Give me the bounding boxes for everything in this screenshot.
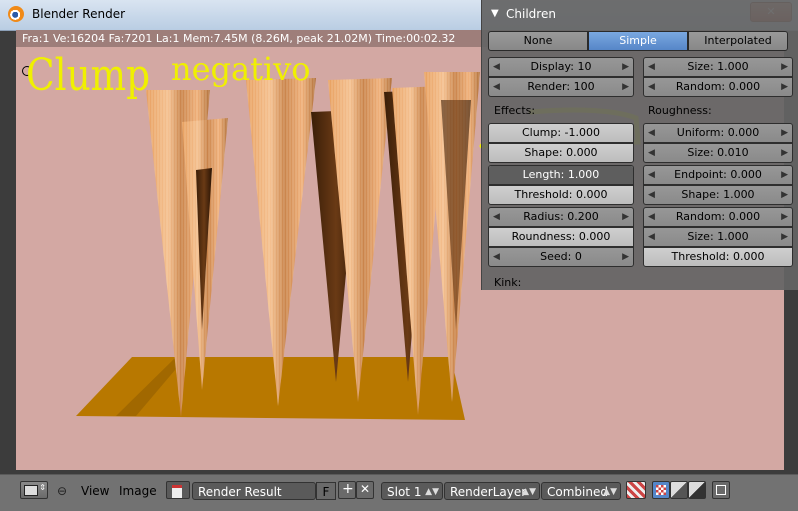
- roughness-random-field[interactable]: ◀ Random: 0.000 ▶: [643, 207, 793, 227]
- increment-arrow-icon[interactable]: ▶: [622, 248, 629, 266]
- updown-arrow-icon: ▲▼: [603, 487, 617, 497]
- children-panel-header[interactable]: ▼ Children: [482, 0, 798, 28]
- plus-icon: +: [342, 481, 354, 497]
- unlink-image-button[interactable]: ✕: [356, 481, 374, 499]
- decrement-arrow-icon[interactable]: ◀: [648, 124, 655, 142]
- decrement-arrow-icon[interactable]: ◀: [648, 78, 655, 96]
- decrement-arrow-icon[interactable]: ◀: [648, 208, 655, 226]
- image-editor-header: ⇕ ⊖ View Image Render Result F + ✕ Slot …: [0, 474, 798, 511]
- close-icon: ✕: [360, 482, 371, 496]
- mode-interpolated-button[interactable]: Interpolated: [688, 31, 788, 51]
- increment-arrow-icon[interactable]: ▶: [781, 228, 788, 246]
- render-count-field[interactable]: ◀ Render: 100 ▶: [488, 77, 634, 97]
- mode-simple-button[interactable]: Simple: [588, 31, 688, 51]
- updown-arrow-icon: ▲▼: [425, 487, 439, 497]
- roundness-slider[interactable]: Roundness: 0.000: [488, 227, 634, 247]
- decrement-arrow-icon[interactable]: ◀: [648, 228, 655, 246]
- increment-arrow-icon[interactable]: ▶: [781, 144, 788, 162]
- increment-arrow-icon[interactable]: ▶: [622, 78, 629, 96]
- draw-image-alpha-icon[interactable]: [626, 481, 646, 499]
- editor-type-menu[interactable]: ⇕: [20, 481, 48, 499]
- increment-arrow-icon[interactable]: ▶: [781, 78, 788, 96]
- decrement-arrow-icon[interactable]: ◀: [493, 248, 500, 266]
- children-panel: ▼ Children None Simple Interpolated ◀ Di…: [481, 0, 798, 290]
- image-editor-icon: [24, 485, 38, 496]
- threshold-slider[interactable]: Threshold: 0.000: [488, 185, 634, 205]
- draw-image-checker-icon[interactable]: [652, 481, 670, 499]
- roughness-endpoint-shape-field[interactable]: ◀ Shape: 1.000 ▶: [643, 185, 793, 205]
- image-icon: [172, 485, 182, 498]
- effects-label: Effects:: [494, 104, 536, 117]
- panel-title: Children: [506, 7, 556, 21]
- collapse-menus-icon[interactable]: ⊖: [57, 482, 67, 500]
- decrement-arrow-icon[interactable]: ◀: [648, 58, 655, 76]
- blender-logo-icon: [8, 6, 24, 22]
- toggle-view-icon[interactable]: [712, 481, 730, 499]
- render-layer-dropdown[interactable]: RenderLayer ▲▼: [444, 482, 540, 500]
- collapse-triangle-icon[interactable]: ▼: [491, 0, 499, 28]
- roughness-uniform-field[interactable]: ◀ Uniform: 0.000 ▶: [643, 123, 793, 143]
- window-title: Blender Render: [32, 7, 126, 21]
- increment-arrow-icon[interactable]: ▶: [622, 208, 629, 226]
- decrement-arrow-icon[interactable]: ◀: [493, 208, 500, 226]
- kink-label: Kink:: [494, 276, 522, 289]
- increment-arrow-icon[interactable]: ▶: [781, 166, 788, 184]
- decrement-arrow-icon[interactable]: ◀: [493, 58, 500, 76]
- roughness-endpoint-field[interactable]: ◀ Endpoint: 0.000 ▶: [643, 165, 793, 185]
- updown-arrow-icon: ▲▼: [522, 487, 536, 497]
- updown-arrow-icon: ⇕: [39, 483, 46, 492]
- length-slider[interactable]: Length: 1.000: [488, 165, 634, 185]
- slot-dropdown[interactable]: Slot 1 ▲▼: [381, 482, 443, 500]
- roughness-label: Roughness:: [648, 104, 712, 117]
- image-name-field[interactable]: Render Result: [192, 482, 316, 500]
- decrement-arrow-icon[interactable]: ◀: [648, 144, 655, 162]
- increment-arrow-icon[interactable]: ▶: [781, 208, 788, 226]
- roughness-uniform-size-field[interactable]: ◀ Size: 0.010 ▶: [643, 143, 793, 163]
- increment-arrow-icon[interactable]: ▶: [622, 58, 629, 76]
- decrement-arrow-icon[interactable]: ◀: [493, 78, 500, 96]
- roughness-random-size-field[interactable]: ◀ Size: 1.000 ▶: [643, 227, 793, 247]
- mode-none-button[interactable]: None: [488, 31, 588, 51]
- fake-user-button[interactable]: F: [316, 482, 336, 500]
- annotation-clump: Clump: [26, 50, 151, 101]
- increment-arrow-icon[interactable]: ▶: [781, 186, 788, 204]
- image-browse-button[interactable]: [166, 481, 190, 499]
- decrement-arrow-icon[interactable]: ◀: [648, 166, 655, 184]
- increment-arrow-icon[interactable]: ▶: [781, 58, 788, 76]
- roughness-threshold-slider[interactable]: Threshold: 0.000: [643, 247, 793, 267]
- increment-arrow-icon[interactable]: ▶: [781, 124, 788, 142]
- display-count-field[interactable]: ◀ Display: 10 ▶: [488, 57, 634, 77]
- draw-image-alpha-only-icon[interactable]: [670, 481, 688, 499]
- render-pass-dropdown[interactable]: Combined ▲▼: [541, 482, 621, 500]
- checker-pattern-icon: [656, 485, 666, 495]
- child-size-field[interactable]: ◀ Size: 1.000 ▶: [643, 57, 793, 77]
- decrement-arrow-icon[interactable]: ◀: [648, 186, 655, 204]
- annotation-negativo: negativo: [171, 50, 311, 88]
- clump-slider[interactable]: Clump: -1.000: [488, 123, 634, 143]
- window-icon: [716, 485, 726, 495]
- child-random-field[interactable]: ◀ Random: 0.000 ▶: [643, 77, 793, 97]
- seed-field[interactable]: ◀ Seed: 0 ▶: [488, 247, 634, 267]
- new-image-button[interactable]: +: [338, 481, 356, 499]
- draw-image-zbuffer-icon[interactable]: [688, 481, 706, 499]
- radius-field[interactable]: ◀ Radius: 0.200 ▶: [488, 207, 634, 227]
- view-menu[interactable]: View: [81, 482, 109, 500]
- image-menu[interactable]: Image: [119, 482, 157, 500]
- clump-shape-slider[interactable]: Shape: 0.000: [488, 143, 634, 163]
